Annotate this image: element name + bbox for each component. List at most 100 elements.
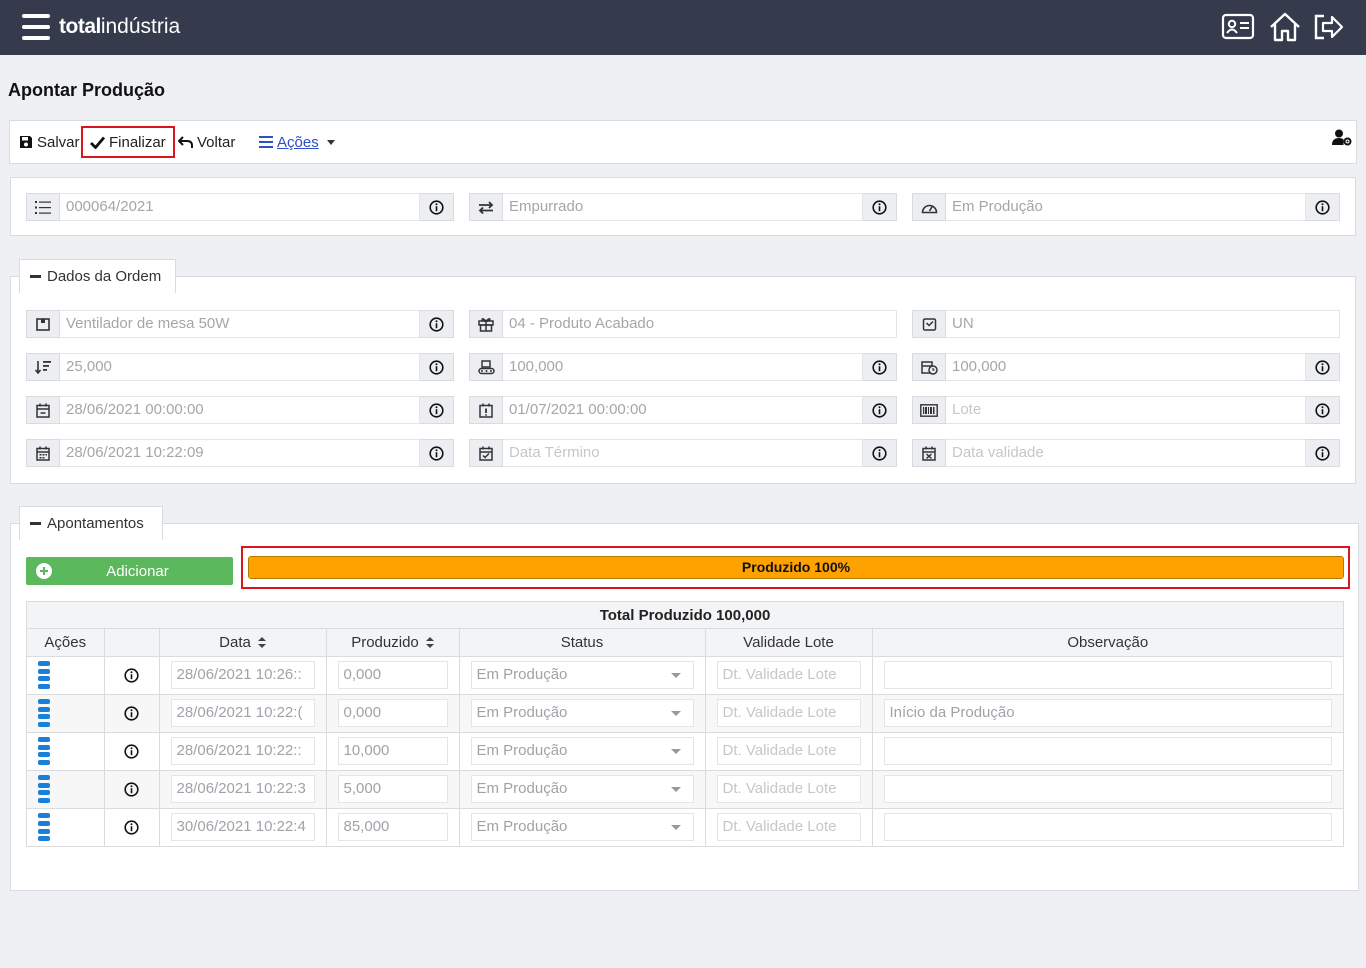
row-info-cell (104, 694, 160, 733)
info-icon[interactable] (420, 353, 454, 381)
row-actions-menu-icon[interactable] (38, 661, 50, 689)
produced-input[interactable]: 0,000 (337, 661, 448, 689)
brand-logo[interactable]: totalindústria (59, 15, 180, 39)
id-card-icon[interactable] (1221, 11, 1255, 43)
column-header-date[interactable]: Data (159, 629, 327, 657)
actions-label: Ações (277, 133, 319, 151)
date-input[interactable]: 28/06/2021 10:22:: (170, 737, 315, 765)
order-number-field[interactable]: 000064/2021 (26, 193, 454, 221)
row-produced-cell: 5,000 (326, 770, 460, 809)
start-date-field[interactable]: 28/06/2021 10:22:09 (26, 439, 454, 467)
home-icon[interactable] (1268, 11, 1302, 43)
info-icon[interactable] (1306, 353, 1340, 381)
row-actions-menu-icon[interactable] (38, 775, 50, 803)
row-actions-menu-icon[interactable] (38, 699, 50, 727)
status-select[interactable]: Em Produção (470, 699, 694, 727)
row-lot-expiry-cell: Dt. Validade Lote (705, 808, 873, 846)
save-icon (20, 136, 32, 148)
info-icon[interactable] (863, 439, 897, 467)
quantity-field-3[interactable]: 100,000 (912, 353, 1340, 381)
status-select[interactable]: Em Produção (470, 775, 694, 803)
row-lot-expiry-cell: Dt. Validade Lote (705, 656, 873, 695)
status-select[interactable]: Em Produção (470, 737, 694, 765)
info-icon[interactable] (116, 667, 148, 683)
produced-input[interactable]: 85,000 (337, 813, 448, 842)
lot-field[interactable]: Lote (912, 396, 1340, 424)
add-appointment-button[interactable]: Adicionar (26, 557, 233, 585)
row-actions-menu-icon[interactable] (38, 737, 50, 765)
info-icon[interactable] (863, 193, 897, 221)
note-input[interactable]: Início da Produção (883, 699, 1332, 727)
row-actions-menu-icon[interactable] (38, 813, 50, 842)
check-icon (90, 136, 105, 149)
info-icon[interactable] (1306, 193, 1340, 221)
date-field-2[interactable]: 01/07/2021 00:00:00 (469, 396, 897, 424)
unit-field[interactable]: UN (912, 310, 1340, 338)
note-input[interactable] (883, 775, 1332, 803)
date-input[interactable]: 30/06/2021 10:22:4 (170, 813, 315, 842)
note-input[interactable] (883, 813, 1332, 842)
appointments-toggle[interactable]: Apontamentos (19, 506, 163, 540)
produced-input[interactable]: 10,000 (337, 737, 448, 765)
order-data-toggle[interactable]: Dados da Ordem (19, 259, 176, 293)
info-icon[interactable] (863, 353, 897, 381)
column-header-note: Observação (872, 629, 1343, 657)
user-settings-icon[interactable] (1332, 129, 1352, 146)
row-date-cell: 28/06/2021 10:26:: (159, 656, 327, 695)
flow-type-field[interactable]: Empurrado (469, 193, 897, 221)
info-icon[interactable] (863, 396, 897, 424)
lot-expiry-input[interactable]: Dt. Validade Lote (716, 737, 861, 765)
logout-icon[interactable] (1311, 11, 1345, 43)
info-icon[interactable] (116, 743, 148, 759)
info-icon[interactable] (1306, 439, 1340, 467)
lot-expiry-input[interactable]: Dt. Validade Lote (716, 661, 861, 689)
info-icon[interactable] (420, 310, 454, 338)
back-button[interactable]: Voltar (178, 126, 235, 158)
end-date-field[interactable]: Data Término (469, 439, 897, 467)
status-field[interactable]: Em Produção (912, 193, 1340, 221)
sort-icon[interactable] (425, 637, 434, 649)
row-produced-cell: 0,000 (326, 656, 460, 695)
gift-box-icon (469, 310, 503, 338)
save-button[interactable]: Salvar (19, 126, 80, 158)
calendar-minus-icon (26, 396, 60, 424)
date-input[interactable]: 28/06/2021 10:26:: (170, 661, 315, 689)
finalize-button[interactable]: Finalizar (81, 126, 175, 158)
info-icon[interactable] (116, 705, 148, 721)
date-input[interactable]: 28/06/2021 10:22:( (170, 699, 315, 727)
speedometer-icon (912, 193, 946, 221)
note-input[interactable] (883, 661, 1332, 689)
row-info-cell (104, 770, 160, 809)
info-icon[interactable] (420, 396, 454, 424)
lot-expiry-input[interactable]: Dt. Validade Lote (716, 699, 861, 727)
lot-expiry-input[interactable]: Dt. Validade Lote (716, 813, 861, 842)
hamburger-menu-icon[interactable] (22, 14, 50, 40)
produced-input[interactable]: 0,000 (337, 699, 448, 727)
product-type-field[interactable]: 04 - Produto Acabado (469, 310, 897, 338)
lot-expiry-input[interactable]: Dt. Validade Lote (716, 775, 861, 803)
row-date-cell: 30/06/2021 10:22:4 (159, 808, 327, 846)
quantity-field-2[interactable]: 100,000 (469, 353, 897, 381)
calendar-alert-icon (469, 396, 503, 424)
info-icon[interactable] (420, 439, 454, 467)
date-field-1[interactable]: 28/06/2021 00:00:00 (26, 396, 454, 424)
table-row: 28/06/2021 10:22:3 5,000 Em Produção Dt. Va… (27, 770, 1343, 809)
note-input[interactable] (883, 737, 1332, 765)
row-lot-expiry-cell: Dt. Validade Lote (705, 732, 873, 771)
product-field[interactable]: Ventilador de mesa 50W (26, 310, 454, 338)
column-header-produced[interactable]: Produzido (326, 629, 460, 657)
action-toolbar: Salvar Finalizar Voltar Ações (9, 120, 1357, 164)
expiry-date-field[interactable]: Data validade (912, 439, 1340, 467)
date-input[interactable]: 28/06/2021 10:22:3 (170, 775, 315, 803)
status-select[interactable]: Em Produção (470, 813, 694, 842)
info-icon[interactable] (116, 781, 148, 797)
info-icon[interactable] (116, 820, 148, 835)
info-icon[interactable] (420, 193, 454, 221)
status-select[interactable]: Em Produção (470, 661, 694, 689)
sort-icon[interactable] (257, 637, 266, 649)
produced-input[interactable]: 5,000 (337, 775, 448, 803)
quantity-field-1[interactable]: 25,000 (26, 353, 454, 381)
info-icon[interactable] (1306, 396, 1340, 424)
table-row: 28/06/2021 10:26:: 0,000 Em Produção Dt. Va… (27, 656, 1343, 695)
actions-dropdown[interactable]: Ações (259, 126, 335, 158)
